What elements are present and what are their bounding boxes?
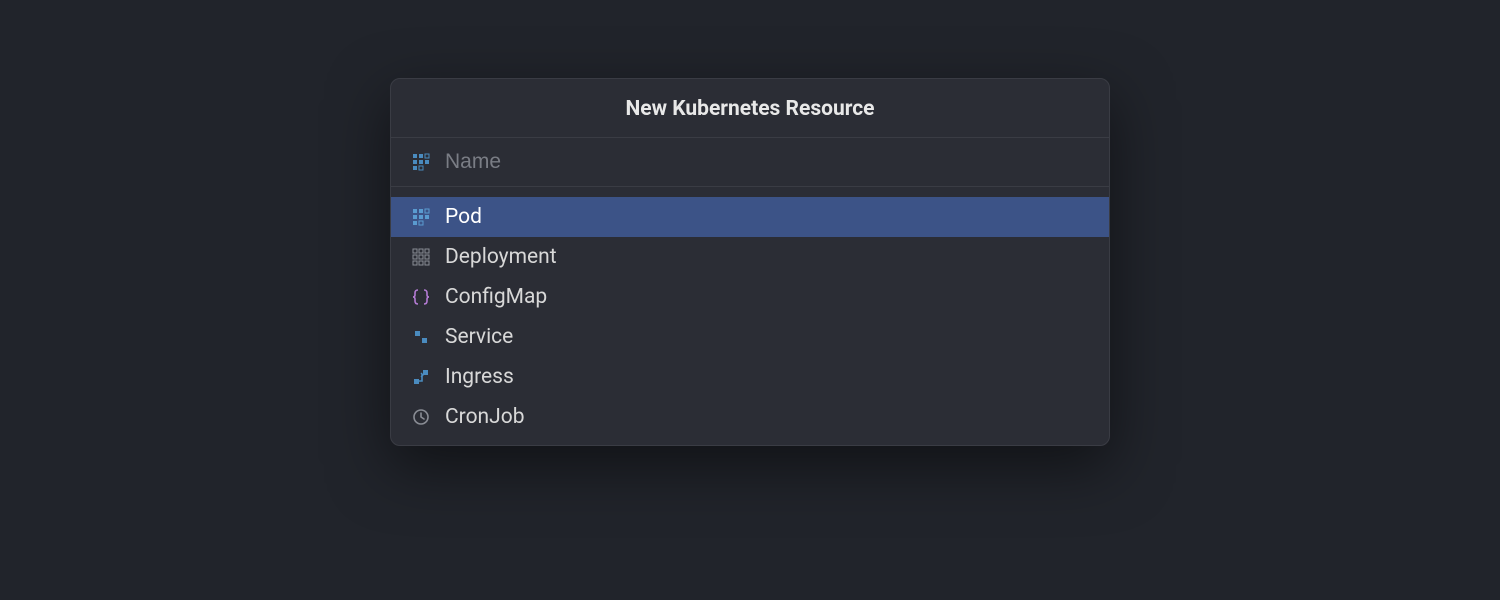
resource-type-list: Pod Deployment (391, 187, 1109, 445)
name-input[interactable] (445, 150, 1089, 174)
resource-item-label: ConfigMap (445, 285, 547, 309)
clock-icon (411, 407, 431, 427)
resource-item-service[interactable]: Service (391, 317, 1109, 357)
resource-item-label: CronJob (445, 405, 525, 429)
name-input-row (391, 138, 1109, 187)
resource-item-cronjob[interactable]: CronJob (391, 397, 1109, 437)
new-resource-dialog: New Kubernetes Resource (390, 78, 1110, 446)
grid-dim-icon (411, 247, 431, 267)
dialog-title: New Kubernetes Resource (391, 97, 1109, 121)
resource-item-configmap[interactable]: ConfigMap (391, 277, 1109, 317)
resource-item-deployment[interactable]: Deployment (391, 237, 1109, 277)
blocks-icon (411, 327, 431, 347)
resource-item-label: Pod (445, 205, 482, 229)
dialog-header: New Kubernetes Resource (391, 79, 1109, 138)
resource-item-pod[interactable]: Pod (391, 197, 1109, 237)
braces-icon (411, 287, 431, 307)
grid-icon (411, 207, 431, 227)
ingress-icon (411, 367, 431, 387)
resource-item-ingress[interactable]: Ingress (391, 357, 1109, 397)
resource-item-label: Service (445, 325, 513, 349)
resource-item-label: Ingress (445, 365, 514, 389)
grid-icon (411, 152, 431, 172)
resource-item-label: Deployment (445, 245, 557, 269)
